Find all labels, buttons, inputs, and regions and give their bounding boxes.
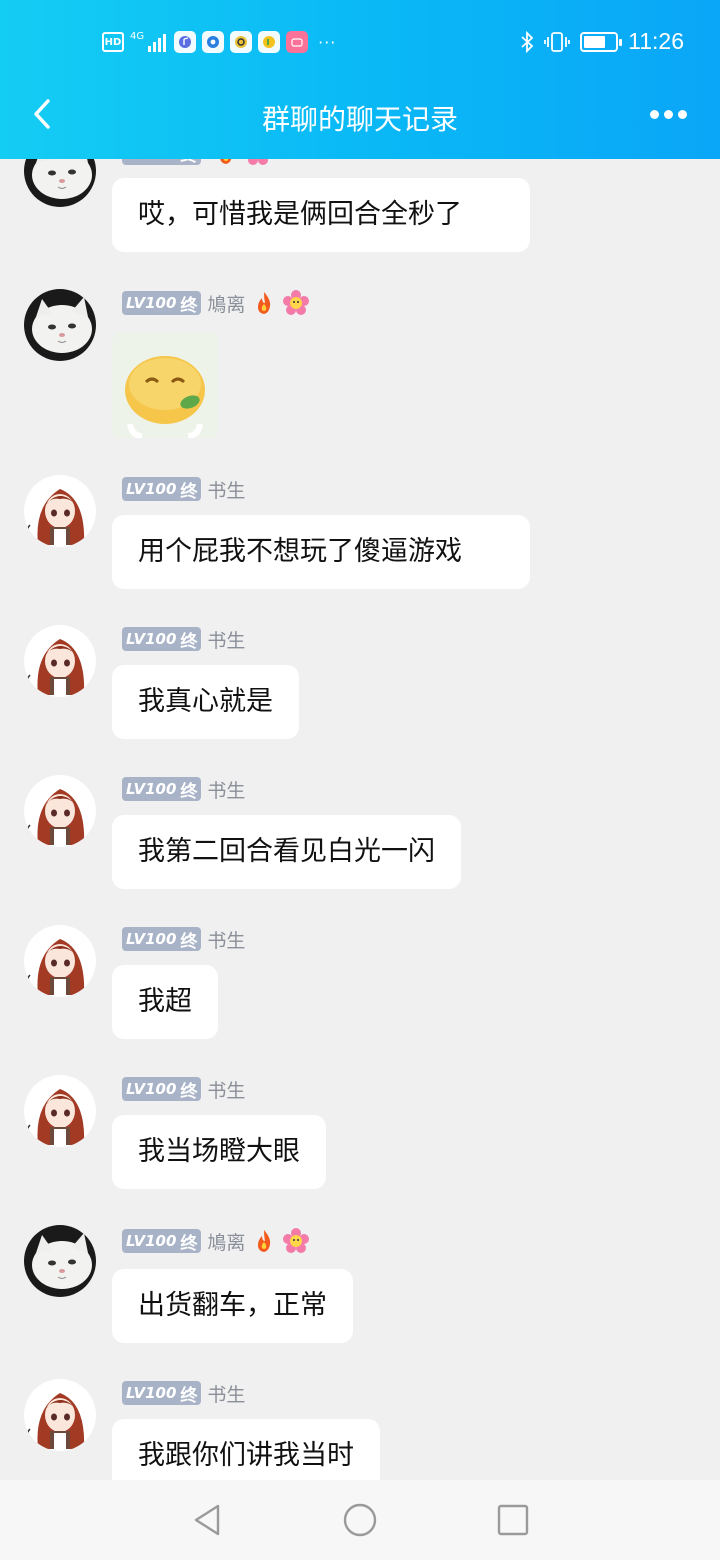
battery-icon: [580, 31, 623, 52]
level-end-text: 终: [180, 1233, 198, 1254]
level-text: LV100: [126, 480, 177, 498]
level-text: LV100: [126, 1384, 177, 1402]
level-badge: LV100终: [122, 1381, 202, 1406]
message-bubble[interactable]: 我真心就是: [112, 665, 299, 739]
level-badge: LV100终: [122, 777, 202, 802]
message-bubble[interactable]: 我跟你们讲我当时: [112, 1419, 380, 1480]
level-text: LV100: [126, 780, 177, 798]
vibrate-icon: [544, 31, 571, 52]
sender-name[interactable]: 书生: [207, 926, 245, 953]
level-text: LV100: [126, 630, 177, 648]
avatar-girl[interactable]: [24, 925, 96, 997]
avatar-girl[interactable]: [24, 1379, 96, 1451]
sender-name[interactable]: 鳩离: [207, 290, 245, 317]
status-bar: HD 4G ··· 11:26: [0, 0, 720, 84]
bilibili-icon: [286, 31, 309, 53]
sender-name[interactable]: 书生: [207, 776, 245, 803]
sender-meta: LV100 终书生: [122, 1380, 245, 1406]
fire-icon: [251, 290, 277, 316]
avatar-girl[interactable]: [24, 1075, 96, 1147]
page-title: 群聊的聊天记录: [261, 103, 458, 136]
level-end-text: 终: [180, 1081, 198, 1102]
sender-name[interactable]: 书生: [207, 1076, 245, 1103]
message-bubble[interactable]: 我超: [112, 965, 218, 1039]
sender-meta: LV100 终鳩离: [122, 1228, 310, 1255]
clock: 11:26: [628, 28, 684, 54]
level-end-text: 终: [180, 295, 198, 316]
music-app-icon: [174, 31, 197, 53]
more-notifications-icon: ···: [318, 32, 337, 52]
header-bar: HD 4G ··· 11:26 群聊的聊天记录: [0, 0, 720, 159]
chat-history: LV100终哎，可惜我是俩回合全秒了LV100终鳩离LV100终书生用个屁我不想…: [0, 0, 720, 1480]
level-text: LV100: [126, 1232, 177, 1250]
avatar-cat[interactable]: [24, 1225, 96, 1297]
level-badge: LV100终: [122, 1229, 202, 1254]
message-bubble[interactable]: 我当场瞪大眼: [112, 1115, 326, 1189]
more-dots-icon: [650, 109, 659, 119]
level-end-text: 终: [180, 781, 198, 802]
avatar-girl[interactable]: [24, 625, 96, 697]
message-bubble[interactable]: 哎，可惜我是俩回合全秒了: [112, 178, 530, 252]
sender-name[interactable]: 书生: [207, 476, 245, 503]
message-bubble[interactable]: 用个屁我不想玩了傻逼游戏: [112, 515, 530, 589]
sender-meta: LV100 终书生: [122, 626, 245, 652]
level-badge: LV100终: [122, 291, 202, 316]
sender-name[interactable]: 鳩离: [207, 1228, 245, 1255]
qq-music-icon: [258, 31, 281, 53]
avatar-girl[interactable]: [24, 475, 96, 547]
sender-meta: LV100 终书生: [122, 776, 245, 802]
bluetooth-icon: [521, 30, 534, 53]
sender-name[interactable]: 书生: [207, 626, 245, 653]
level-end-text: 终: [180, 931, 198, 952]
more-options-button[interactable]: [650, 104, 690, 124]
qq-browser-icon: [230, 31, 253, 53]
fire-icon: [251, 1228, 277, 1254]
level-text: LV100: [126, 294, 177, 312]
level-end-text: 终: [180, 481, 198, 502]
message-bubble[interactable]: 出货翻车，正常: [112, 1269, 353, 1343]
level-badge: LV100终: [122, 1077, 202, 1102]
level-end-text: 终: [180, 631, 198, 652]
level-badge: LV100终: [122, 927, 202, 952]
level-text: LV100: [126, 1080, 177, 1098]
sender-name[interactable]: 书生: [207, 1380, 245, 1407]
level-text: LV100: [126, 930, 177, 948]
sender-meta: LV100 终书生: [122, 926, 245, 952]
sender-meta: LV100 终鳩离: [122, 290, 310, 317]
sender-meta: LV100 终书生: [122, 1076, 245, 1102]
message-bubble[interactable]: 我第二回合看见白光一闪: [112, 815, 461, 889]
nav-recent-icon[interactable]: [496, 1502, 530, 1538]
sender-meta: LV100 终书生: [122, 476, 245, 502]
avatar-girl[interactable]: [24, 775, 96, 847]
browser-app-icon: [202, 31, 225, 53]
system-nav-bar: [0, 1480, 720, 1560]
avatar-cat[interactable]: [24, 289, 96, 361]
level-badge: LV100终: [122, 627, 202, 652]
network-label: 4G: [130, 31, 145, 42]
hd-icon: HD: [102, 32, 124, 52]
title-bar: 群聊的聊天记录: [0, 84, 720, 159]
nav-back-icon[interactable]: [190, 1502, 224, 1538]
flower-badge-icon: [283, 1228, 310, 1254]
level-end-text: 终: [180, 1385, 198, 1406]
signal-icon: 4G: [130, 31, 167, 52]
sticker-image[interactable]: [112, 332, 218, 438]
level-badge: LV100终: [122, 477, 202, 502]
flower-badge-icon: [283, 290, 310, 316]
nav-home-icon[interactable]: [343, 1502, 377, 1538]
